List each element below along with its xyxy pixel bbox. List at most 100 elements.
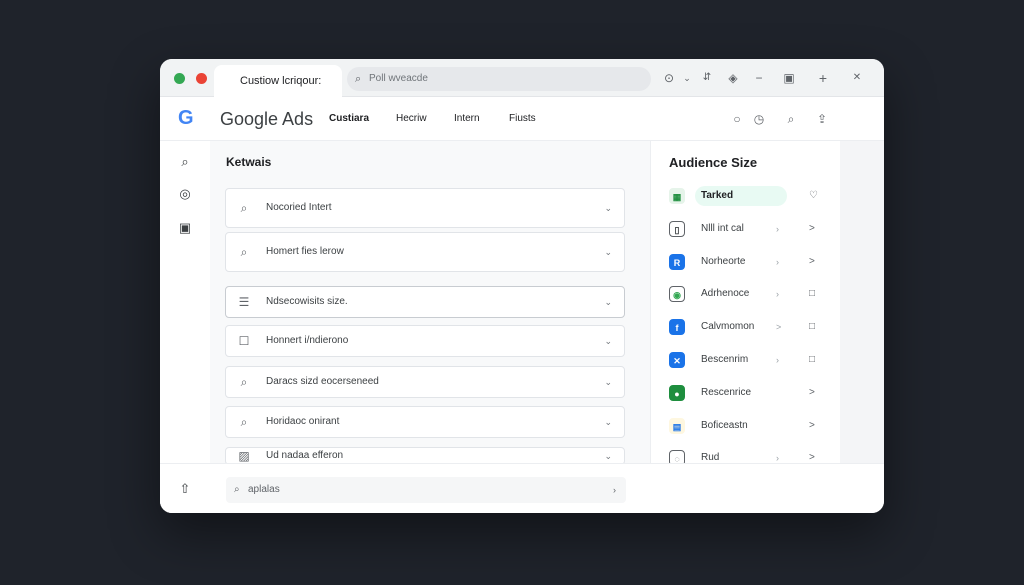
audience-action-icon[interactable]: ♡ bbox=[809, 181, 818, 211]
app-header: G Google Ads Custiara Hecriw Intern Fius… bbox=[160, 97, 884, 141]
address-placeholder: Poll wveacde bbox=[369, 73, 428, 84]
audience-item[interactable]: ▤ Boficeastn > bbox=[651, 411, 841, 441]
audience-item[interactable]: ● Rescenrice > bbox=[651, 378, 841, 408]
audience-icon: ▦ bbox=[669, 188, 685, 204]
keyword-label: Homert fies lerow bbox=[266, 246, 344, 257]
nav-item-3[interactable]: Fiusts bbox=[509, 111, 536, 127]
audience-title: Audience Size bbox=[669, 155, 758, 170]
chevron-down-icon[interactable]: ⌄ bbox=[604, 189, 612, 227]
keyword-label: Ndsecowisits size. bbox=[266, 296, 348, 307]
audience-label: Tarked bbox=[701, 190, 734, 201]
zoom-icon[interactable]: ⌕ bbox=[781, 109, 801, 129]
audience-action-icon[interactable]: > bbox=[809, 214, 815, 244]
left-rail: ⌕ ◎ ▣ bbox=[160, 141, 210, 513]
keyword-label: Daracs sizd eocerseneed bbox=[266, 376, 379, 387]
minimize-icon[interactable]: − bbox=[750, 59, 768, 97]
search-icon[interactable]: ⌕ bbox=[174, 151, 196, 173]
audience-item[interactable]: ▯ Nlll int cal › > bbox=[651, 214, 841, 244]
search-icon: ⌕ bbox=[240, 415, 248, 429]
footer-search-text: aplalas bbox=[248, 484, 280, 495]
audience-icon: R bbox=[669, 253, 685, 270]
audience-action-icon[interactable]: > bbox=[809, 378, 815, 408]
window-dot-green[interactable] bbox=[174, 73, 185, 84]
sort-icon[interactable]: ⇵ bbox=[698, 59, 716, 97]
search-icon: ⌕ bbox=[240, 201, 248, 215]
audience-label: Rescenrice bbox=[701, 386, 752, 398]
chevron-down-icon[interactable]: ⌄ bbox=[604, 367, 612, 397]
search-icon: ⌕ bbox=[240, 245, 248, 259]
status-icon[interactable]: ○ bbox=[727, 109, 747, 129]
address-bar[interactable]: ⌕ Poll wveacde bbox=[347, 67, 651, 91]
brand-name[interactable]: Google Ads bbox=[220, 107, 313, 131]
keyword-row[interactable]: ☰ Ndsecowisits size. ⌄ bbox=[225, 286, 625, 318]
list-icon: ☰ bbox=[238, 295, 250, 309]
app-window: Custiow lcriqour: ⌕ Poll wveacde ⊙ ⌄ ⇵ ◈… bbox=[160, 59, 884, 513]
panel-gutter bbox=[840, 141, 884, 463]
audience-item[interactable]: ▦ Tarked ♡ bbox=[651, 181, 841, 211]
target-icon[interactable]: ◎ bbox=[174, 183, 196, 205]
audience-action-icon[interactable]: □ bbox=[809, 345, 815, 375]
audience-icon: ● bbox=[669, 384, 685, 401]
section-title: Ketwais bbox=[226, 155, 272, 169]
chevron-down-icon[interactable]: ⌄ bbox=[604, 448, 612, 464]
bottom-bar: ⇧ ⌕ aplalas › bbox=[160, 463, 884, 513]
audience-icon: ✕ bbox=[669, 352, 685, 368]
keyword-row[interactable]: ⌕ Nocoried Intert ⌄ bbox=[225, 188, 625, 228]
audience-icon: f bbox=[669, 319, 685, 336]
keyword-row[interactable]: ⌕ Horidaoc onirant ⌄ bbox=[225, 406, 625, 438]
chevron-down-icon[interactable]: ⌄ bbox=[604, 287, 612, 317]
chevron-right-icon[interactable]: › bbox=[613, 477, 616, 503]
history-icon[interactable]: ⊙ bbox=[660, 59, 678, 97]
audience-item[interactable]: f Calvmomon > □ bbox=[651, 312, 841, 342]
tab-title: Custiow lcriqour: bbox=[240, 75, 322, 87]
chevron-down-icon[interactable]: ⌄ bbox=[604, 326, 612, 356]
chevron-down-icon[interactable]: ⌄ bbox=[678, 59, 696, 97]
keyword-row[interactable]: ⌕ Homert fies lerow ⌄ bbox=[225, 232, 625, 272]
window-icon[interactable]: ▣ bbox=[780, 59, 798, 97]
chevron-down-icon[interactable]: ⌄ bbox=[604, 407, 612, 437]
nav-item-0[interactable]: Custiara bbox=[329, 111, 369, 127]
extension-icon[interactable]: ◈ bbox=[724, 59, 742, 97]
audience-item[interactable]: R Norheorte › > bbox=[651, 247, 841, 277]
audience-icon: ◉ bbox=[669, 286, 685, 303]
audience-item[interactable]: ✕ Bescenrim › □ bbox=[651, 345, 841, 375]
chevron-down-icon[interactable]: ⌄ bbox=[604, 233, 612, 271]
browser-titlebar: Custiow lcriqour: ⌕ Poll wveacde ⊙ ⌄ ⇵ ◈… bbox=[160, 59, 884, 97]
upload-icon[interactable]: ⇧ bbox=[174, 478, 196, 500]
audience-action-icon[interactable]: □ bbox=[809, 279, 815, 309]
checkbox-icon: ☐ bbox=[238, 334, 250, 348]
audience-item[interactable]: ◉ Adrhenoce › □ bbox=[651, 279, 841, 309]
nav-item-1[interactable]: Hecriw bbox=[396, 111, 427, 127]
google-logo-icon[interactable]: G bbox=[178, 107, 194, 129]
audience-action-icon[interactable]: □ bbox=[809, 312, 815, 342]
keyword-row[interactable]: ☐ Honnert i/ndierono ⌄ bbox=[225, 325, 625, 357]
keyword-label: Honnert i/ndierono bbox=[266, 335, 349, 346]
new-tab-icon[interactable]: + bbox=[814, 59, 832, 97]
audience-label: Boficeastn bbox=[701, 419, 748, 431]
audience-mid-icon: › bbox=[776, 223, 779, 234]
audience-icon: ▯ bbox=[669, 220, 685, 237]
search-icon: ⌕ bbox=[355, 73, 362, 85]
nav-item-2[interactable]: Intern bbox=[454, 111, 480, 127]
audience-label: Calvmomon bbox=[701, 321, 755, 333]
audience-mid-icon: › bbox=[776, 355, 779, 365]
camera-icon[interactable]: ▣ bbox=[174, 217, 196, 239]
close-icon[interactable]: ✕ bbox=[848, 59, 866, 97]
keyword-row[interactable]: ⌕ Daracs sizd eocerseneed ⌄ bbox=[225, 366, 625, 398]
audience-action-icon[interactable]: > bbox=[809, 411, 815, 441]
window-dot-red[interactable] bbox=[196, 73, 207, 84]
audience-mid-icon: › bbox=[776, 289, 779, 300]
keyword-label: Nocoried Intert bbox=[266, 202, 332, 213]
search-icon: ⌕ bbox=[234, 484, 240, 495]
keyword-label: Ud nadaa efferon bbox=[266, 450, 344, 461]
share-icon[interactable]: ⇪ bbox=[812, 109, 832, 129]
footer-search-input[interactable]: ⌕ aplalas › bbox=[226, 477, 626, 503]
audience-label: Adrhenoce bbox=[701, 288, 750, 300]
browser-tab[interactable]: Custiow lcriqour: bbox=[214, 65, 342, 97]
audience-action-icon[interactable]: > bbox=[809, 247, 815, 277]
audience-mid-icon: › bbox=[776, 256, 779, 267]
audience-label: Bescenrim bbox=[701, 354, 749, 365]
audience-icon: ▤ bbox=[669, 417, 685, 434]
audience-mid-icon: > bbox=[776, 322, 782, 333]
clock-icon[interactable]: ◷ bbox=[749, 109, 769, 129]
